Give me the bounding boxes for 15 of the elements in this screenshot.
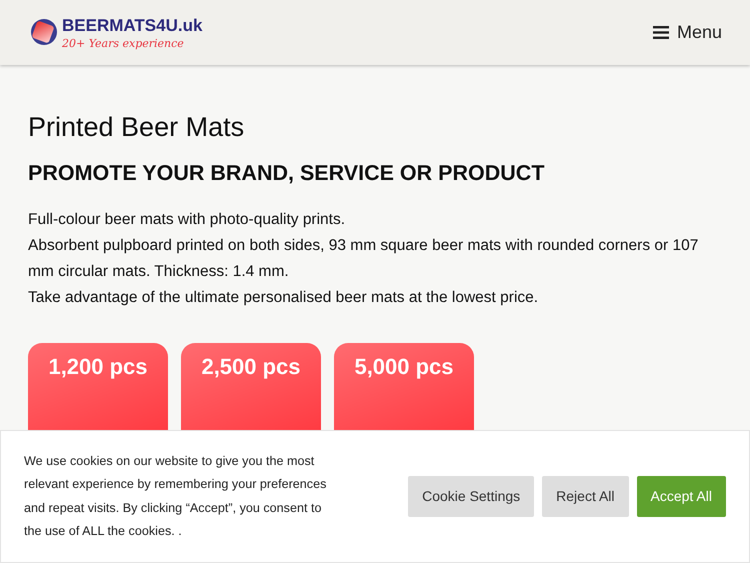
description-text: Full-colour beer mats with photo-quality prints. <box>28 210 346 230</box>
logo-text[interactable]: BEERMATS4U.uk <box>62 16 202 34</box>
description-text: Absorbent pulpboard printed on both sides, 93 mm square beer mats with rounded corners or 107 mm circular mats. Thickness: 1.4 mm. <box>28 236 700 282</box>
logo-tagline: 20+ Years experience <box>62 38 185 48</box>
page-subtitle: PROMOTE YOUR BRAND, SERVICE OR PRODUCT <box>28 161 546 188</box>
menu-button[interactable]: Menu <box>652 19 722 46</box>
cookie-button[interactable]: Reject All <box>542 476 629 517</box>
quantity-label: 2,500 pcs <box>200 353 302 382</box>
quantity-label: 1,200 pcs <box>47 353 149 382</box>
cookie-button[interactable]: Cookie Settings <box>408 476 534 517</box>
quantity-label: 5,000 pcs <box>353 353 455 382</box>
menu-icon <box>652 26 669 39</box>
cookie-notice-text: We use cookies on our website to give you the most relevant experience by remembering your preferences and repeat visits. By clicking “Accept”, you consent to the use of ALL the cookies. . <box>24 452 328 540</box>
page-title: Printed Beer Mats <box>28 111 246 144</box>
description-text: Take advantage of the ultimate personalised beer mats at the lowest price. <box>28 288 540 308</box>
